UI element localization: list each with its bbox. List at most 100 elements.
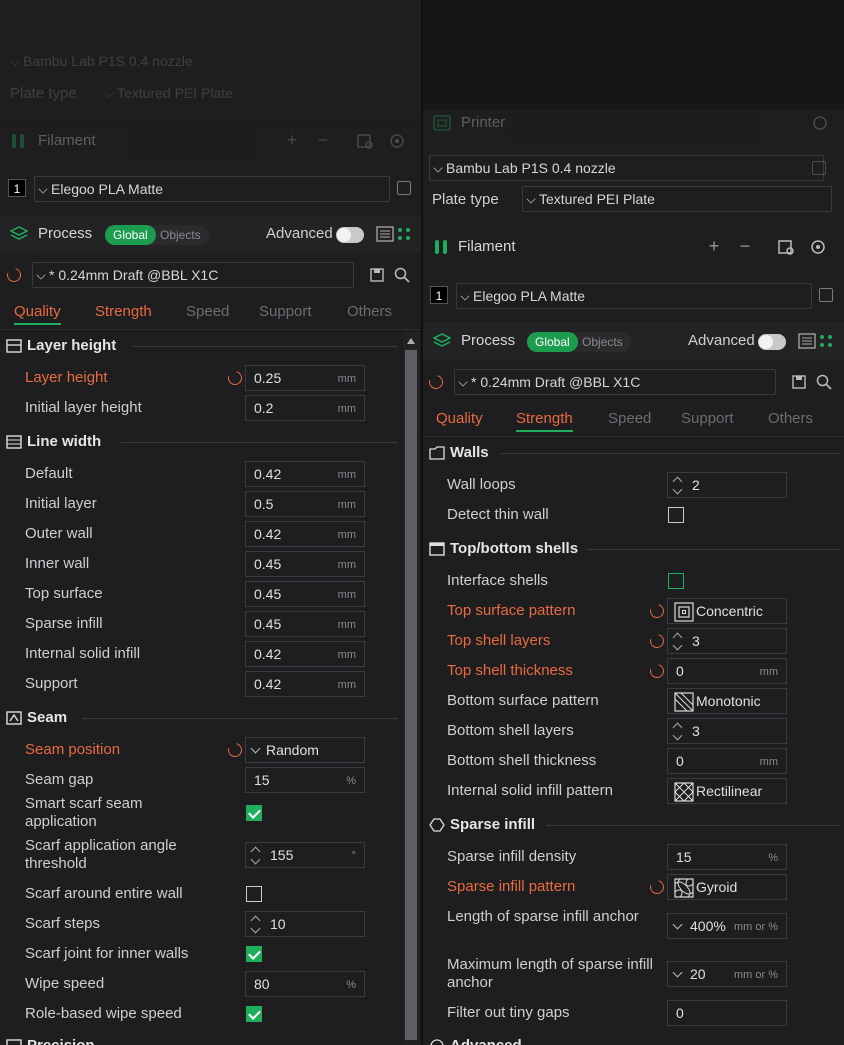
wall-loops-input[interactable]: 2 [667, 472, 787, 498]
line-width-internal-solid-infill-label: Internal solid infill [25, 645, 141, 662]
interface-shells-checkbox[interactable] [668, 573, 684, 589]
remove-filament-icon[interactable]: − [314, 131, 332, 149]
filament-preset-combo[interactable]: Elegoo PLA Matte [456, 283, 812, 309]
remove-filament-icon[interactable]: − [736, 237, 754, 255]
add-filament-icon[interactable]: + [283, 131, 301, 149]
scarf-inner-walls-checkbox[interactable] [246, 946, 262, 962]
spin-arrows-icon[interactable] [250, 914, 260, 934]
initial-layer-height-input[interactable]: 0.2 mm [245, 395, 365, 421]
process-preset-combo[interactable]: * 0.24mm Draft @BBL X1C [454, 369, 776, 395]
filter-tiny-gaps-input[interactable]: 0 [667, 1000, 787, 1026]
sparse-infill-density-input[interactable]: 15% [667, 844, 787, 870]
sparse-infill-pattern-select[interactable]: Gyroid [667, 874, 787, 900]
objects-option[interactable]: Objects [582, 335, 623, 349]
process-preset-combo[interactable]: * 0.24mm Draft @BBL X1C [32, 262, 354, 288]
plate-type-combo[interactable]: Textured PEI Plate [100, 80, 400, 106]
seam-position-select[interactable]: Random [245, 737, 365, 763]
list-icon[interactable] [376, 226, 394, 242]
global-objects-switch[interactable]: Global Objects [105, 225, 209, 245]
bottom-surface-pattern-select[interactable]: Monotonic [667, 688, 787, 714]
filament-settings-icon[interactable] [356, 132, 374, 150]
gear-icon[interactable] [809, 238, 827, 256]
scarf-angle-threshold-input[interactable]: 155 ° [245, 842, 365, 868]
search-icon[interactable] [816, 374, 832, 390]
tab-strength[interactable]: Strength [516, 410, 573, 432]
bottom-shell-thickness-input[interactable]: 0 mm [667, 748, 787, 774]
tab-quality[interactable]: Quality [14, 303, 61, 325]
spin-arrows-icon[interactable] [250, 845, 260, 865]
reset-preset-icon[interactable] [4, 265, 24, 285]
role-based-wipe-speed-checkbox[interactable] [246, 1006, 262, 1022]
line-width-top-surface-input[interactable]: 0.45 mm [245, 581, 365, 607]
max-sparse-infill-anchor-select[interactable]: 20 mm or % [667, 961, 787, 987]
line-width-outer-wall-input[interactable]: 0.42 mm [245, 521, 365, 547]
printer-preset-combo[interactable]: Bambu Lab P1S 0.4 nozzle [6, 48, 406, 74]
tab-others[interactable]: Others [768, 410, 813, 427]
line-width-support-label: Support [25, 675, 78, 692]
advanced-toggle[interactable] [758, 334, 786, 350]
plate-type-combo[interactable]: Textured PEI Plate [522, 186, 832, 212]
top-shell-thickness-input[interactable]: 0 mm [667, 658, 787, 684]
reset-layer-height-icon[interactable] [225, 368, 245, 388]
initial-layer-height-label: Initial layer height [25, 399, 142, 416]
line-width-internal-solid-infill-input[interactable]: 0.42 mm [245, 641, 365, 667]
line-width-support-input[interactable]: 0.42 mm [245, 671, 365, 697]
spin-arrows-icon[interactable] [672, 721, 682, 741]
top-surface-pattern-select[interactable]: Concentric [667, 598, 787, 624]
gear-icon[interactable] [388, 132, 406, 150]
objects-option[interactable]: Objects [160, 228, 201, 242]
sparse-infill-anchor-select[interactable]: 400% mm or % [667, 913, 787, 939]
tab-others[interactable]: Others [347, 303, 392, 320]
reset-seam-position-icon[interactable] [225, 740, 245, 760]
advanced-toggle[interactable] [336, 227, 364, 243]
save-icon[interactable] [370, 268, 384, 282]
tab-support[interactable]: Support [259, 303, 312, 320]
tab-speed[interactable]: Speed [608, 410, 651, 427]
line-width-default-input[interactable]: 0.42 mm [245, 461, 365, 487]
reset-top-shell-layers-icon[interactable] [647, 631, 667, 651]
line-width-initial-layer-input[interactable]: 0.5 mm [245, 491, 365, 517]
spin-arrows-icon[interactable] [672, 475, 682, 495]
tab-speed[interactable]: Speed [186, 303, 229, 320]
save-icon[interactable] [792, 375, 806, 389]
search-icon[interactable] [394, 267, 410, 283]
object-tree-icon[interactable] [819, 334, 833, 348]
global-option[interactable]: Global [105, 225, 156, 245]
wipe-speed-input[interactable]: 80% [245, 971, 365, 997]
bottom-shell-layers-input[interactable]: 3 [667, 718, 787, 744]
line-width-initial-layer-label: Initial layer [25, 495, 97, 512]
line-width-sparse-infill-input[interactable]: 0.45 mm [245, 611, 365, 637]
object-tree-icon[interactable] [397, 227, 411, 241]
reset-top-shell-thickness-icon[interactable] [647, 661, 667, 681]
line-width-inner-wall-input[interactable]: 0.45 mm [245, 551, 365, 577]
reset-sparse-infill-pattern-icon[interactable] [647, 877, 667, 897]
settings-scrollbar[interactable] [403, 332, 419, 1045]
detect-thin-wall-checkbox[interactable] [668, 507, 684, 523]
top-shell-layers-input[interactable]: 3 [667, 628, 787, 654]
edit-filament-icon[interactable] [819, 288, 833, 302]
spin-arrows-icon[interactable] [672, 631, 682, 651]
global-objects-switch[interactable]: Global Objects [527, 332, 631, 352]
layer-height-input[interactable]: 0.25 mm [245, 365, 365, 391]
edit-filament-icon[interactable] [397, 181, 411, 195]
scarf-entire-wall-checkbox[interactable] [246, 886, 262, 902]
smart-scarf-seam-checkbox[interactable] [246, 805, 262, 821]
scarf-steps-input[interactable]: 10 [245, 911, 365, 937]
tab-support[interactable]: Support [681, 410, 734, 427]
scrollbar-thumb[interactable] [405, 350, 417, 1040]
filament-settings-icon[interactable] [777, 238, 795, 256]
list-icon[interactable] [798, 333, 816, 349]
reset-preset-icon[interactable] [426, 372, 446, 392]
internal-solid-infill-pattern-select[interactable]: Rectilinear [667, 778, 787, 804]
edit-printer-icon[interactable] [812, 161, 826, 175]
tab-strength[interactable]: Strength [95, 303, 152, 320]
filament-preset-combo[interactable]: Elegoo PLA Matte [34, 176, 390, 202]
add-filament-icon[interactable]: + [705, 237, 723, 255]
global-option[interactable]: Global [527, 332, 578, 352]
gear-icon[interactable] [811, 114, 829, 132]
printer-preset-combo[interactable]: Bambu Lab P1S 0.4 nozzle [429, 155, 824, 181]
scroll-up-icon[interactable] [407, 338, 415, 344]
seam-gap-input[interactable]: 15% [245, 767, 365, 793]
tab-quality[interactable]: Quality [436, 410, 483, 427]
reset-top-surface-pattern-icon[interactable] [647, 601, 667, 621]
